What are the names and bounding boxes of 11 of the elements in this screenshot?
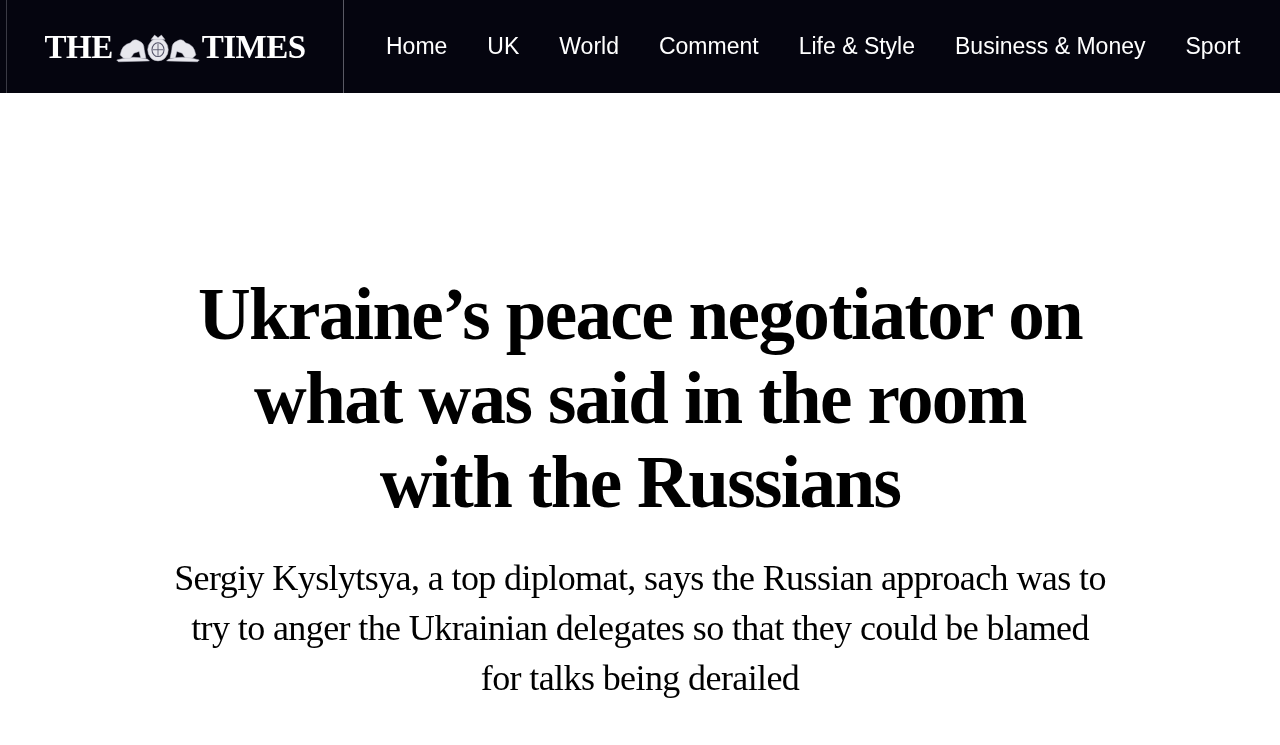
logo-link[interactable]: THE TIMES: [44, 29, 306, 64]
nav-link[interactable]: Sport: [1165, 27, 1261, 66]
nav-link[interactable]: World: [539, 27, 639, 66]
standfirst: Sergiy Kyslytsya, a top diplomat, says the Russian approach was to try to anger the Ukrainian delegates so that they could be blamed for talks being derailed: [173, 557, 1107, 700]
nav-link[interactable]: Comment: [638, 27, 779, 66]
nav-link[interactable]: Business & Money: [935, 27, 1166, 66]
crest-icon: [114, 32, 201, 63]
nav-link[interactable]: Home: [366, 27, 468, 66]
nav-link[interactable]: Life & Style: [778, 27, 935, 66]
nav-link[interactable]: UK: [467, 27, 540, 66]
headline: Ukraine’s peace negotiator on what was said in the room with the Russians: [196, 273, 1084, 525]
